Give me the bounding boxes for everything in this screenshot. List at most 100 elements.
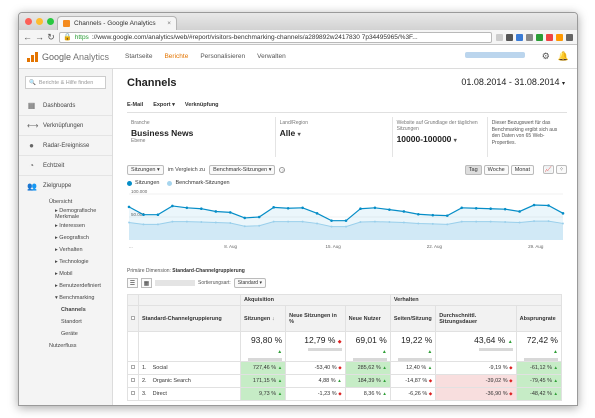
row-select-cell[interactable] [127, 361, 139, 375]
col-neue-nutzer[interactable]: Neue Nutzer [344, 305, 391, 332]
sessions-line-chart[interactable]: 100.00050.000...8. Aug15. Aug22. Aug29. … [127, 188, 565, 250]
subnav-demografie[interactable]: ▸ Demografische Merkmale [49, 208, 112, 220]
export-button[interactable]: Export ▾ [153, 102, 175, 108]
sidebar-item-echtzeit[interactable]: ◔ Echtzeit [19, 156, 112, 176]
subnav-interessen[interactable]: ▸ Interessen [49, 220, 112, 232]
col-seiten-sitzung[interactable]: Seiten/Sitzung [389, 305, 437, 332]
select-all-cell[interactable] [127, 305, 139, 332]
sessions-point [503, 207, 507, 211]
ga-logo[interactable]: Google Analytics [19, 51, 113, 62]
col-neue-sitzungen[interactable]: Neue Sitzungen in % [285, 305, 346, 332]
close-tab-icon[interactable]: × [167, 20, 171, 27]
granularity-woche[interactable]: Woche [483, 164, 509, 175]
extension-icon[interactable] [556, 33, 563, 41]
channel-name-cell[interactable]: 2. Organic Search [138, 374, 241, 388]
extension-icon[interactable] [526, 33, 533, 41]
sessions-point [460, 206, 464, 210]
notification-bell-icon[interactable]: 🔔 [558, 51, 569, 62]
channel-name-cell[interactable]: 1. Social [138, 361, 241, 375]
metric2-select[interactable]: Benchmark-Sitzungen ▾ [209, 164, 276, 175]
date-range-picker[interactable]: 01.08.2014 - 31.08.2014 ▾ [461, 77, 565, 87]
nav-verwalten[interactable]: Verwalten [257, 53, 286, 60]
subnav-benutzerdefiniert[interactable]: ▸ Benutzerdefiniert [49, 280, 112, 292]
channel-name[interactable]: Direct [153, 391, 167, 397]
sessions-point [388, 208, 391, 211]
close-window-button[interactable] [25, 18, 32, 25]
extension-icon[interactable] [506, 33, 513, 41]
channel-name[interactable]: Organic Search [153, 378, 191, 384]
legend-sitzungen[interactable]: Sitzungen [127, 180, 159, 186]
line-chart-icon[interactable]: 📈 [543, 165, 554, 174]
subnav-verhalten[interactable]: ▸ Verhalten [49, 244, 112, 256]
sessions-area [129, 205, 563, 240]
sessions-point [489, 207, 492, 211]
subnav-geografisch[interactable]: ▸ Geografisch [49, 232, 112, 244]
metric1-select[interactable]: Sitzungen ▾ [127, 164, 164, 175]
metric-value: -48,42 % [529, 391, 554, 397]
email-button[interactable]: E-Mail [127, 102, 143, 108]
col-sitzungsdauer[interactable]: Durchschnittl. Sitzungsdauer [435, 305, 517, 332]
row-checkbox[interactable] [131, 378, 135, 382]
sort-type-select[interactable]: Standard ▾ [233, 278, 266, 288]
branche-filter[interactable]: Branche Business News Ebene [127, 117, 276, 157]
row-checkbox[interactable] [131, 365, 135, 369]
browser-tab[interactable]: Channels - Google Analytics × [57, 16, 177, 30]
row-select-cell[interactable] [127, 374, 139, 388]
gear-icon[interactable]: ⚙ [542, 51, 550, 62]
table-row[interactable]: 1. Social 727,46 % ▲ -53,40 % ◆ 285,62 % ▲ 12… [127, 361, 563, 375]
table-row[interactable]: 2. Organic Search 171,15 % ▲ 4,88 % ▲ 184,39… [127, 374, 563, 388]
dim-header[interactable]: Standard-Channelgruppierung [138, 305, 241, 332]
row-select-cell[interactable] [127, 387, 139, 401]
up-indicator-icon: ▲ [382, 378, 387, 383]
granularity-monat[interactable]: Monat [510, 164, 534, 175]
land-filter[interactable]: Land/Region Alle ▾ [276, 117, 393, 157]
subnav-mobil[interactable]: ▸ Mobil [49, 268, 112, 280]
channel-name[interactable]: Social [153, 365, 168, 371]
subnav-channels[interactable]: Channels [49, 304, 112, 316]
channel-name-cell[interactable]: 3. Direct [138, 387, 241, 401]
subnav-technologie[interactable]: ▸ Technologie [49, 256, 112, 268]
sessions-point [301, 206, 304, 210]
metric-cell: -36,90 % ◆ [435, 387, 517, 401]
granularity-tag[interactable]: Tag [464, 164, 482, 175]
col-absprungrate[interactable]: Absprungrate [515, 305, 563, 332]
up-indicator-icon: ▲ [553, 365, 558, 370]
reload-icon[interactable]: ↻ [47, 32, 55, 43]
sidebar-item-zielgruppe[interactable]: 👥 Zielgruppe [19, 176, 112, 196]
nav-startseite[interactable]: Startseite [125, 53, 152, 60]
sidebar-search-input[interactable]: 🔍 Berichte & Hilfe finden [25, 76, 106, 89]
col-sitzungen[interactable]: Sitzungen ↓ [239, 305, 287, 332]
row-checkbox[interactable] [131, 391, 135, 395]
address-field[interactable]: 🔒 https://www.google.com/analytics/web/#… [59, 31, 492, 43]
legend-benchmark[interactable]: Benchmark-Sitzungen [167, 180, 230, 186]
extension-icon[interactable] [536, 33, 543, 41]
minimize-window-button[interactable] [36, 18, 43, 25]
account-selector[interactable] [465, 52, 525, 58]
menu-icon[interactable] [566, 33, 573, 41]
subnav-standort[interactable]: Standort [49, 316, 112, 328]
sidebar-item-verknuepfungen[interactable]: ⟷ Verknüpfungen [19, 116, 112, 136]
nav-berichte[interactable]: Berichte [164, 53, 188, 60]
star-icon[interactable] [496, 33, 503, 41]
extension-icon[interactable] [546, 33, 553, 41]
table-view-icon[interactable]: ☰ [127, 278, 138, 288]
maximize-window-button[interactable] [47, 18, 54, 25]
grid-view-icon[interactable]: ▦ [141, 278, 152, 288]
nav-personalisieren[interactable]: Personalisieren [200, 53, 245, 60]
table-row[interactable]: 3. Direct 9,73 % ▲ -1,23 % ◆ 8,36 % ▲ -6,26 %… [127, 387, 563, 401]
motion-chart-icon[interactable]: ⁘ [556, 165, 567, 174]
subnav-uebersicht[interactable]: Übersicht [49, 196, 112, 208]
sitzungen-filter[interactable]: Website auf Grundlage der täglichen Sitz… [393, 117, 488, 157]
subnav-nutzerfluss[interactable]: Nutzerfluss [49, 340, 112, 352]
secondary-dimension-select[interactable] [155, 280, 195, 286]
sidebar-item-dashboards[interactable]: ▦ Dashboards [19, 96, 112, 116]
subnav-geraete[interactable]: Geräte [49, 328, 112, 340]
extension-icon[interactable] [516, 33, 523, 41]
shortcut-button[interactable]: Verknüpfung [185, 102, 219, 108]
forward-arrow-icon[interactable]: → [35, 32, 44, 42]
help-icon[interactable]: ? [279, 166, 286, 173]
back-arrow-icon[interactable]: ← [23, 32, 32, 42]
select-all-checkbox[interactable] [131, 315, 135, 320]
sidebar-item-radar[interactable]: ● Radar-Ereignisse [19, 136, 112, 156]
subnav-benchmarking[interactable]: ▾ Benchmarking [49, 292, 112, 304]
